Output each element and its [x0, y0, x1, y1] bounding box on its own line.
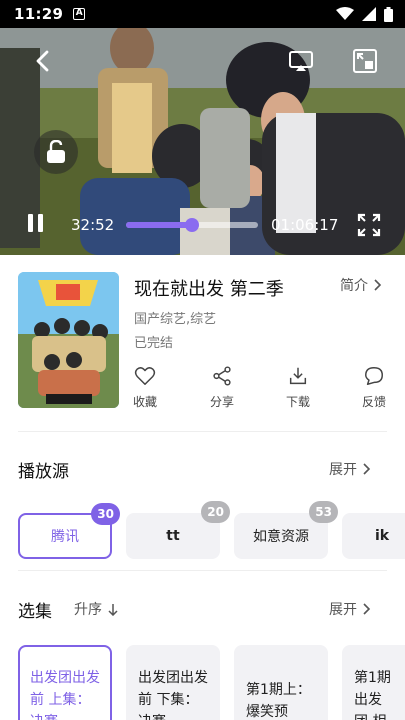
status-icons — [336, 6, 393, 22]
show-poster — [18, 272, 119, 408]
detail-panel: 现在就出发 第二季 简介 国产综艺,综艺 已完结 收藏 分享 下载 反馈 播放源… — [0, 255, 405, 720]
download-label: 下载 — [285, 395, 310, 409]
pip-button[interactable] — [350, 46, 380, 76]
share-label: 分享 — [209, 395, 234, 409]
feedback-icon — [365, 367, 383, 385]
wifi-icon — [336, 7, 354, 20]
arrow-down-icon — [108, 603, 118, 616]
source-ruyi[interactable]: 如意资源 53 — [234, 501, 338, 559]
episodes-title: 选集 — [18, 602, 52, 622]
chevron-right-icon — [374, 279, 382, 291]
episode-card[interactable]: 出发团出发前 上集：决赛 — [18, 645, 112, 720]
seek-bar[interactable] — [126, 218, 258, 232]
poster-art — [18, 272, 119, 408]
source-count-badge: 20 — [201, 501, 230, 523]
video-player[interactable]: 32:52 01:06:17 — [0, 28, 405, 255]
divider — [18, 570, 387, 571]
sort-button[interactable]: 升序 — [74, 599, 118, 619]
favorite-label: 收藏 — [132, 395, 157, 409]
cast-icon — [289, 51, 313, 71]
lock-button[interactable] — [34, 130, 78, 174]
source-label: ik — [375, 528, 390, 544]
show-genre: 国产综艺,综艺 — [134, 312, 217, 327]
episode-card[interactable]: 第1期 出发团 相聚 — [342, 645, 405, 720]
current-time: 32:52 — [71, 216, 115, 234]
pause-icon — [28, 214, 43, 232]
episode-card[interactable]: 出发团出发前 下集：决赛 — [126, 645, 220, 720]
download-icon — [289, 367, 307, 385]
unlock-icon — [47, 140, 65, 163]
source-tt[interactable]: tt 20 — [126, 501, 230, 559]
download-button[interactable]: 下载 — [276, 365, 320, 410]
status-bar: 11:29 A — [0, 0, 405, 28]
chevron-right-icon — [363, 603, 371, 615]
source-label: tt — [166, 528, 180, 544]
sources-title: 播放源 — [18, 462, 69, 482]
sort-label: 升序 — [74, 602, 102, 618]
status-time: 11:29 — [14, 5, 64, 23]
battery-icon — [384, 6, 393, 22]
fullscreen-icon — [357, 213, 381, 237]
source-tencent[interactable]: 腾讯 30 — [18, 503, 120, 559]
intro-label: 简介 — [340, 278, 368, 294]
divider — [18, 431, 387, 432]
share-button[interactable]: 分享 — [200, 365, 244, 410]
episodes-expand-button[interactable]: 展开 — [329, 599, 371, 619]
source-count-badge: 30 — [91, 503, 120, 525]
feedback-button[interactable]: 反馈 — [352, 365, 396, 410]
show-status: 已完结 — [134, 336, 174, 351]
episode-card[interactable]: 第1期上：爆笑预 — [234, 645, 328, 720]
favorite-button[interactable]: 收藏 — [123, 365, 167, 410]
source-label: 腾讯 — [51, 529, 79, 545]
feedback-label: 反馈 — [361, 395, 386, 409]
total-time: 01:06:17 — [271, 216, 339, 234]
sources-expand-button[interactable]: 展开 — [329, 459, 371, 479]
fullscreen-button[interactable] — [356, 212, 382, 238]
seek-progress — [126, 222, 192, 228]
notification-a-icon: A — [73, 8, 86, 20]
source-ik[interactable]: ik — [342, 513, 405, 559]
share-icon — [213, 366, 231, 386]
pause-button[interactable] — [24, 211, 48, 235]
seek-thumb[interactable] — [185, 218, 199, 232]
signal-icon — [362, 7, 376, 21]
episodes-expand-label: 展开 — [329, 602, 357, 618]
back-button[interactable] — [28, 46, 58, 76]
sources-expand-label: 展开 — [329, 462, 357, 478]
chevron-left-icon — [36, 50, 49, 72]
source-count-badge: 53 — [309, 501, 338, 523]
chevron-right-icon — [363, 463, 371, 475]
picture-in-picture-icon — [353, 49, 377, 73]
source-label: 如意资源 — [253, 529, 309, 545]
show-title: 现在就出发 第二季 — [134, 279, 284, 300]
cast-button[interactable] — [286, 46, 316, 76]
heart-icon — [134, 367, 156, 385]
intro-link[interactable]: 简介 — [340, 275, 382, 295]
